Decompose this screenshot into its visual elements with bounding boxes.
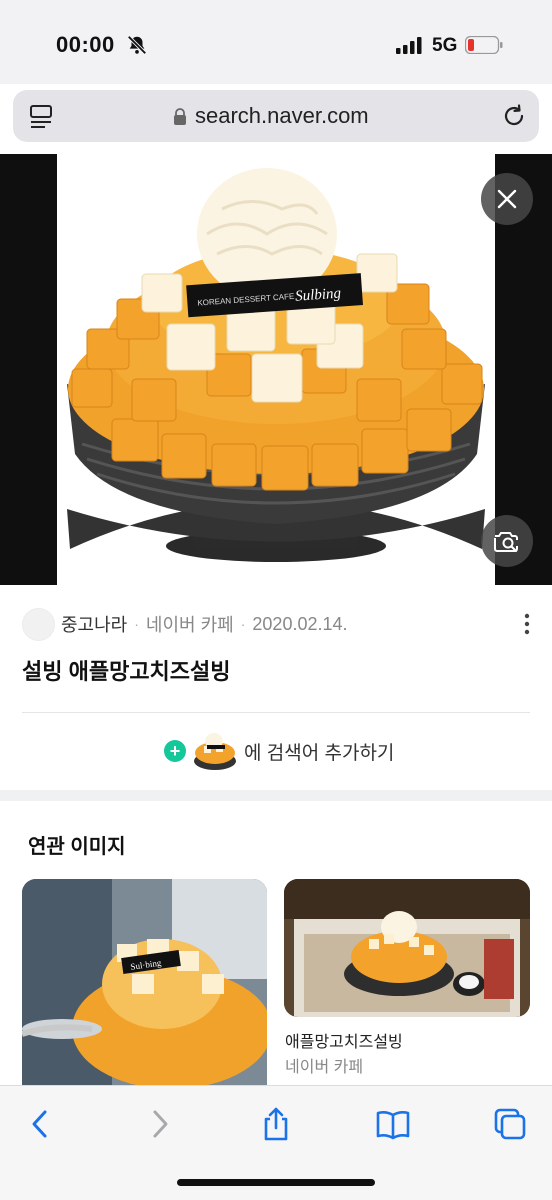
separator: · (240, 616, 246, 632)
dessert-thumbnail (194, 733, 236, 770)
source-name[interactable]: 중고나라 (61, 611, 127, 637)
share-icon[interactable] (258, 1106, 294, 1142)
separator: · (134, 616, 139, 632)
bookmarks-icon[interactable] (375, 1106, 411, 1142)
lock-icon (174, 107, 186, 125)
close-icon (497, 189, 517, 209)
related-image-card[interactable]: Sul·bing (22, 879, 267, 1089)
add-search-term-button[interactable]: + 에 검색어 추가하기 (164, 728, 394, 774)
dessert-photo[interactable]: KOREAN DESSERT CAFE Sulbing (57, 154, 495, 585)
section-separator (0, 790, 552, 801)
bingsu-illustration: KOREAN DESSERT CAFE Sulbing (67, 168, 485, 562)
signal-icon (396, 37, 422, 54)
result-source-row: 중고나라 · 네이버 카페 · 2020.02.14. (22, 607, 538, 641)
svg-text:Sulbing: Sulbing (295, 286, 342, 305)
status-bar: 00:00 5G (0, 0, 552, 84)
battery-icon (465, 36, 503, 54)
back-icon[interactable] (22, 1106, 58, 1142)
visual-search-icon (494, 532, 518, 553)
home-indicator[interactable] (177, 1179, 375, 1186)
reload-icon[interactable] (501, 103, 527, 129)
related-image-photo: Sul·bing (22, 879, 267, 1089)
result-title[interactable]: 설빙 애플망고치즈설빙 (22, 654, 231, 686)
related-image-card[interactable] (284, 879, 530, 1017)
divider (22, 712, 530, 713)
tabs-overview-icon[interactable] (29, 104, 53, 130)
plus-icon: + (164, 740, 186, 762)
forward-icon[interactable] (142, 1106, 178, 1142)
visual-search-button[interactable] (481, 515, 533, 567)
image-viewer: KOREAN DESSERT CAFE Sulbing (0, 154, 552, 585)
source-avatar[interactable] (22, 607, 55, 641)
related-images-heading: 연관 이미지 (28, 836, 126, 858)
address-bar[interactable]: search.naver.com (13, 90, 539, 142)
more-options-icon[interactable] (524, 613, 530, 635)
network-type: 5G (432, 35, 458, 56)
url-text: search.naver.com (195, 103, 369, 128)
tabs-icon[interactable] (492, 1106, 528, 1142)
close-button[interactable] (481, 173, 533, 225)
post-date: 2020.02.14. (252, 613, 348, 634)
source-type: 네이버 카페 (145, 615, 234, 635)
related-image-title[interactable]: 애플망고치즈설빙 (285, 1028, 403, 1052)
url-display[interactable]: search.naver.com (173, 103, 369, 129)
add-search-term-label: 에 검색어 추가하기 (244, 742, 395, 764)
bell-slash-icon (127, 35, 147, 55)
related-image-photo (284, 879, 530, 1017)
related-image-source: 네이버 카페 (285, 1059, 364, 1076)
status-time: 00:00 (56, 32, 115, 57)
